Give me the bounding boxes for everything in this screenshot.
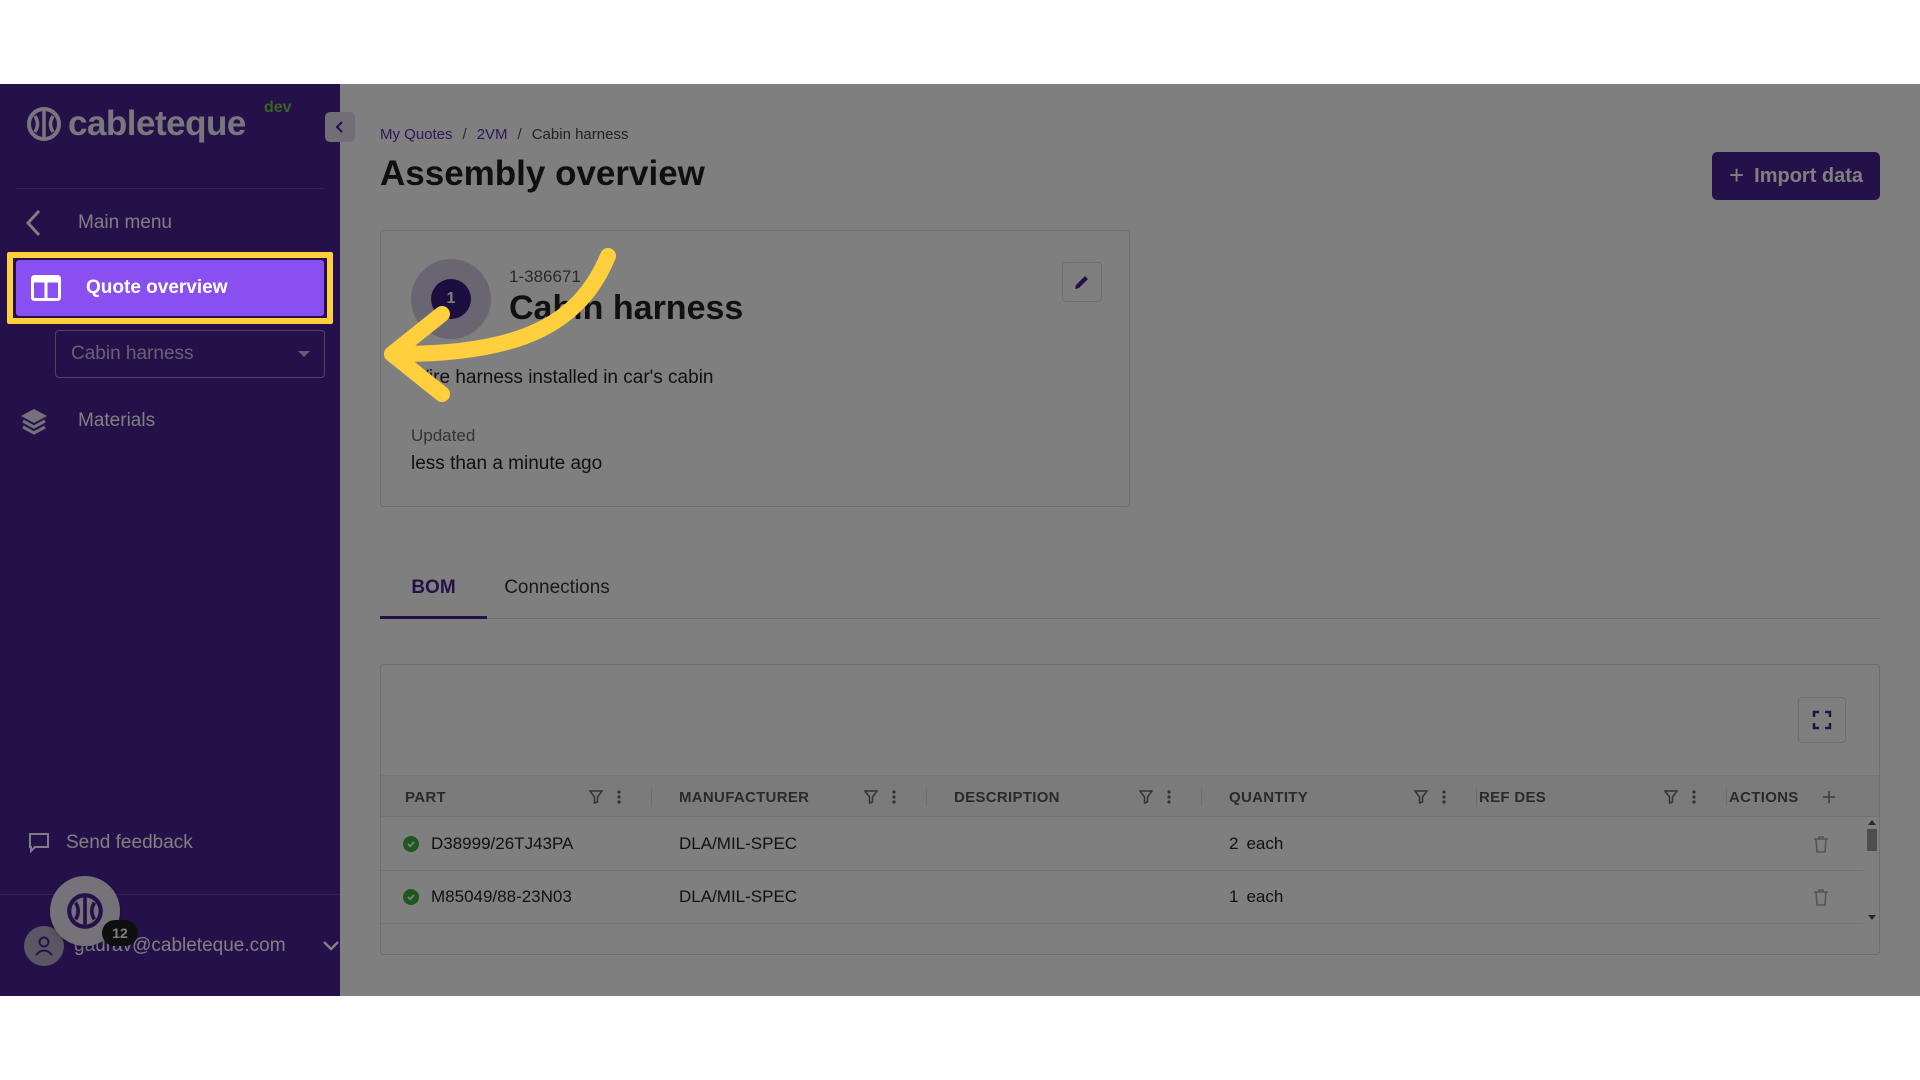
- assembly-select[interactable]: Cabin harness: [55, 330, 325, 378]
- import-data-button[interactable]: + Import data: [1712, 152, 1880, 200]
- breadcrumb-quote[interactable]: 2VM: [477, 126, 508, 143]
- column-header-ref-des[interactable]: REF DES: [1479, 776, 1546, 818]
- collapse-sidebar-button[interactable]: [325, 112, 355, 142]
- part-cell[interactable]: M85049/88-23N03: [403, 871, 572, 923]
- send-feedback-link[interactable]: Send feedback: [28, 832, 193, 854]
- chevron-down-icon: [322, 936, 340, 958]
- cableteque-logo-icon: [67, 893, 103, 929]
- filter-icon[interactable]: [1139, 776, 1153, 818]
- plus-icon: +: [1728, 159, 1745, 190]
- fullscreen-button[interactable]: [1798, 697, 1846, 743]
- column-menu-icon[interactable]: [1442, 776, 1446, 818]
- app-window: cableteque dev Main menu Cabin harness M…: [0, 84, 1920, 996]
- assembly-name: Cabin harness: [509, 289, 744, 327]
- nav-materials[interactable]: Materials: [16, 396, 155, 446]
- quantity-cell[interactable]: 1 each: [1229, 871, 1283, 923]
- breadcrumb-separator: /: [517, 126, 522, 143]
- main-content: My Quotes / 2VM / Cabin harness Assembly…: [340, 84, 1920, 996]
- breadcrumb-current: Cabin harness: [531, 126, 629, 143]
- quantity-value: 1: [1229, 887, 1239, 906]
- part-number: D38999/26TJ43PA: [431, 834, 574, 853]
- column-menu-icon[interactable]: [617, 776, 621, 818]
- quantity-cell[interactable]: 2 each: [1229, 818, 1283, 870]
- edit-assembly-button[interactable]: [1062, 262, 1102, 302]
- pencil-icon: [1075, 276, 1088, 289]
- page-title: Assembly overview: [380, 154, 705, 193]
- column-header-part[interactable]: PART: [405, 776, 446, 818]
- column-separator[interactable]: [1726, 788, 1727, 806]
- trash-icon: [1814, 889, 1828, 906]
- quantity-unit: each: [1246, 887, 1284, 906]
- updated-value: less than a minute ago: [411, 453, 603, 474]
- table-row[interactable]: M85049/88-23N03 DLA/MIL-SPEC 1 each: [381, 871, 1863, 924]
- filter-icon[interactable]: [589, 776, 603, 818]
- user-icon: [35, 936, 53, 956]
- nav-materials-label: Materials: [78, 410, 156, 431]
- part-number: M85049/88-23N03: [431, 887, 572, 906]
- add-column-icon[interactable]: [1822, 776, 1836, 818]
- assembly-id: 1-386671: [509, 267, 581, 286]
- manufacturer-cell[interactable]: DLA/MIL-SPEC: [679, 818, 797, 870]
- breadcrumb-separator: /: [462, 126, 467, 143]
- filter-icon[interactable]: [1664, 776, 1678, 818]
- tab-connections[interactable]: Connections: [487, 565, 627, 619]
- help-notification-badge: 12: [102, 920, 138, 946]
- bom-grid: PART MANUFACTURER DESCRIPTION QUANTITY R…: [380, 664, 1880, 955]
- column-separator[interactable]: [1476, 788, 1477, 806]
- divider: [0, 894, 340, 895]
- arrow-back-icon: [16, 205, 52, 241]
- caret-down-icon: [298, 351, 310, 357]
- assembly-select-value: Cabin harness: [71, 343, 194, 364]
- brand-name: cableteque: [68, 104, 246, 143]
- import-data-label: Import data: [1754, 164, 1864, 187]
- sidebar: cableteque dev Main menu Cabin harness M…: [0, 84, 355, 996]
- cableteque-logo-icon: [27, 107, 61, 141]
- table-scrollbar[interactable]: [1865, 817, 1879, 923]
- column-header-description[interactable]: DESCRIPTION: [954, 776, 1060, 818]
- column-separator[interactable]: [651, 788, 652, 806]
- chevron-left-icon: [335, 121, 343, 133]
- nav-main-menu[interactable]: Main menu: [16, 198, 172, 248]
- breadcrumb-my-quotes[interactable]: My Quotes: [380, 126, 453, 143]
- bom-table-header: PART MANUFACTURER DESCRIPTION QUANTITY R…: [381, 775, 1879, 818]
- part-cell[interactable]: D38999/26TJ43PA: [403, 818, 573, 870]
- divider: [16, 188, 324, 189]
- assembly-status-icon: 1: [411, 259, 491, 339]
- updated-label: Updated: [411, 426, 476, 445]
- delete-row-button[interactable]: [1813, 871, 1829, 923]
- quantity-unit: each: [1246, 834, 1284, 853]
- table-row[interactable]: D38999/26TJ43PA DLA/MIL-SPEC 2 each: [381, 818, 1863, 871]
- column-menu-icon[interactable]: [1167, 776, 1171, 818]
- nav-main-menu-label: Main menu: [78, 212, 172, 233]
- tab-bar: BOM Connections: [380, 565, 1880, 619]
- trash-icon: [1814, 836, 1828, 853]
- filter-icon[interactable]: [1414, 776, 1428, 818]
- check-circle-icon: [403, 889, 419, 905]
- delete-row-button[interactable]: [1813, 818, 1829, 870]
- filter-icon[interactable]: [864, 776, 878, 818]
- fullscreen-icon: [1812, 710, 1832, 730]
- column-menu-icon[interactable]: [1692, 776, 1696, 818]
- send-feedback-label: Send feedback: [66, 832, 193, 853]
- brand-logo[interactable]: cableteque dev: [26, 99, 292, 144]
- column-header-manufacturer[interactable]: MANUFACTURER: [679, 776, 809, 818]
- assembly-description: Wire harness installed in car's cabin: [411, 367, 714, 388]
- column-menu-icon[interactable]: [892, 776, 896, 818]
- breadcrumb: My Quotes / 2VM / Cabin harness: [380, 126, 628, 143]
- quantity-value: 2: [1229, 834, 1239, 853]
- layers-icon: [16, 403, 52, 439]
- column-separator[interactable]: [926, 788, 927, 806]
- column-header-actions: ACTIONS: [1729, 788, 1799, 806]
- column-separator[interactable]: [1201, 788, 1202, 806]
- column-header-quantity[interactable]: QUANTITY: [1229, 776, 1308, 818]
- chat-bubble-icon: [28, 832, 50, 854]
- status-dot: 1: [431, 279, 471, 319]
- assembly-card: 1 1-386671 Cabin harness Wire harness in…: [380, 230, 1130, 507]
- manufacturer-cell[interactable]: DLA/MIL-SPEC: [679, 871, 797, 923]
- tab-bom[interactable]: BOM: [380, 565, 487, 619]
- environment-badge: dev: [264, 99, 292, 116]
- check-circle-icon: [403, 836, 419, 852]
